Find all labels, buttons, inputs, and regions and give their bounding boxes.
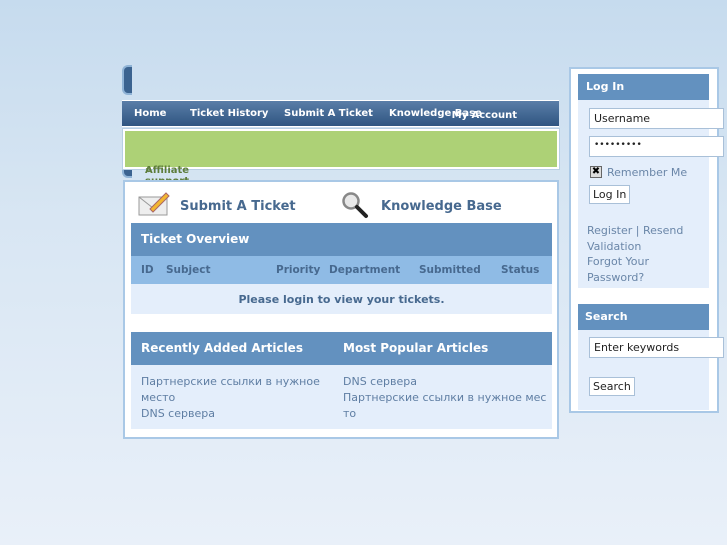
- login-button[interactable]: Log In: [589, 185, 631, 204]
- submit-ticket-link[interactable]: Submit A Ticket: [180, 199, 296, 214]
- recent-article-link[interactable]: DNS сервера: [141, 406, 326, 422]
- magnifier-icon: [342, 192, 368, 218]
- remember-me-label[interactable]: Remember Me: [607, 165, 687, 181]
- col-status[interactable]: Status: [501, 264, 539, 276]
- popular-articles-title: Most Popular Articles: [343, 341, 489, 355]
- search-header: Search: [578, 304, 709, 330]
- sidebar: Log In Username ••••••••• ✖ Remember Me …: [569, 67, 724, 413]
- col-subject[interactable]: Subject: [166, 264, 211, 276]
- username-input[interactable]: Username: [589, 108, 724, 129]
- password-input[interactable]: •••••••••: [589, 136, 724, 157]
- recent-articles-title: Recently Added Articles: [141, 341, 303, 355]
- remember-me-checkbox[interactable]: ✖: [590, 166, 602, 178]
- search-input[interactable]: Enter keywords: [589, 337, 724, 358]
- popular-article-link[interactable]: Партнерские ссылки в нужное место: [343, 390, 547, 422]
- recent-article-link[interactable]: Партнерские ссылки в нужное место: [141, 374, 326, 406]
- forgot-password-link[interactable]: Forgot Your Password?: [587, 255, 649, 284]
- search-button[interactable]: Search: [589, 377, 635, 396]
- col-submitted[interactable]: Submitted: [419, 264, 481, 276]
- knowledge-base-link[interactable]: Knowledge Base: [381, 199, 502, 214]
- nav-my-account-label: My Account: [451, 110, 517, 121]
- envelope-pencil-icon: [138, 192, 170, 216]
- nav-my-account[interactable]: My Account: [122, 108, 517, 123]
- breadcrumb: » Affiliate support desk: [122, 128, 560, 198]
- ticket-overview-header: Ticket Overview: [131, 223, 552, 256]
- ticket-table-header: ID Subject Priority Department Submitted…: [131, 256, 552, 284]
- articles-header: Recently Added Articles Most Popular Art…: [131, 332, 552, 365]
- decorative-tab: [122, 65, 132, 95]
- col-department[interactable]: Department: [329, 264, 400, 276]
- main-nav: Home Ticket History Submit A Ticket Know…: [122, 100, 559, 127]
- login-header: Log In: [578, 74, 709, 100]
- col-priority[interactable]: Priority: [276, 264, 320, 276]
- tickets-message: Please login to view your tickets.: [131, 284, 552, 314]
- register-link[interactable]: Register: [587, 224, 632, 237]
- col-id[interactable]: ID: [141, 264, 154, 276]
- link-divider: |: [635, 224, 640, 237]
- main-panel: Submit A Ticket Knowledge Base Ticket Ov…: [123, 180, 559, 439]
- popular-article-link[interactable]: DNS сервера: [343, 374, 547, 390]
- articles-body: Партнерские ссылки в нужное место DNS се…: [131, 365, 552, 429]
